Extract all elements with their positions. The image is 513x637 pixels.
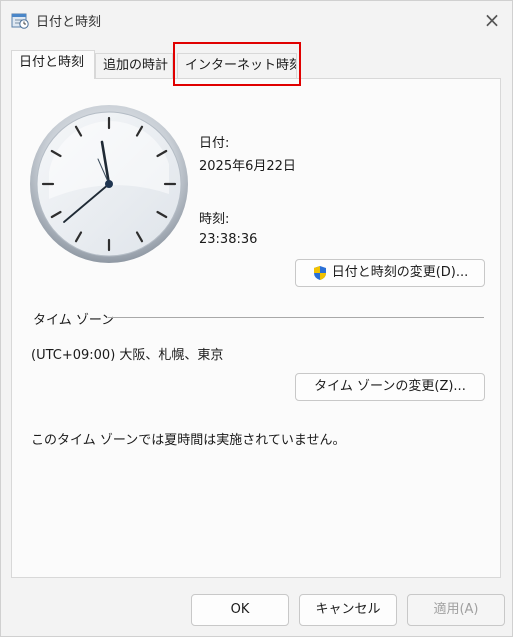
- apply-button[interactable]: 適用(A): [407, 594, 505, 626]
- uac-shield-icon: [313, 265, 326, 280]
- date-label: 日付:: [199, 136, 230, 151]
- ok-button[interactable]: OK: [191, 594, 289, 626]
- dst-note: このタイム ゾーンでは夏時間は実施されていません。: [31, 433, 346, 448]
- timezone-value: (UTC+09:00) 大阪、札幌、東京: [31, 348, 224, 363]
- tab-additional-clocks[interactable]: 追加の時計: [95, 53, 173, 79]
- window-title: 日付と時刻: [36, 15, 102, 30]
- timezone-section-label: タイム ゾーン: [33, 313, 115, 328]
- change-date-time-label: 日付と時刻の変更(D)...: [331, 265, 469, 280]
- cancel-button[interactable]: キャンセル: [299, 594, 397, 626]
- analog-clock: [30, 105, 188, 263]
- change-date-time-button[interactable]: 日付と時刻の変更(D)...: [295, 259, 485, 287]
- date-value: 2025年6月22日: [199, 159, 296, 174]
- tab-date-time[interactable]: 日付と時刻: [11, 50, 95, 79]
- change-timezone-button[interactable]: タイム ゾーンの変更(Z)...: [295, 373, 485, 401]
- divider: [108, 317, 484, 318]
- close-icon: ×: [483, 8, 501, 32]
- date-time-dialog: 日付と時刻 × 日付と時刻 追加の時計 インターネット時刻 日付: 2025年6…: [0, 0, 513, 637]
- time-label: 時刻:: [199, 212, 230, 227]
- highlight-box: [173, 42, 301, 86]
- close-button[interactable]: ×: [479, 7, 505, 33]
- calendar-clock-icon: [11, 13, 29, 29]
- time-value: 23:38:36: [199, 232, 258, 247]
